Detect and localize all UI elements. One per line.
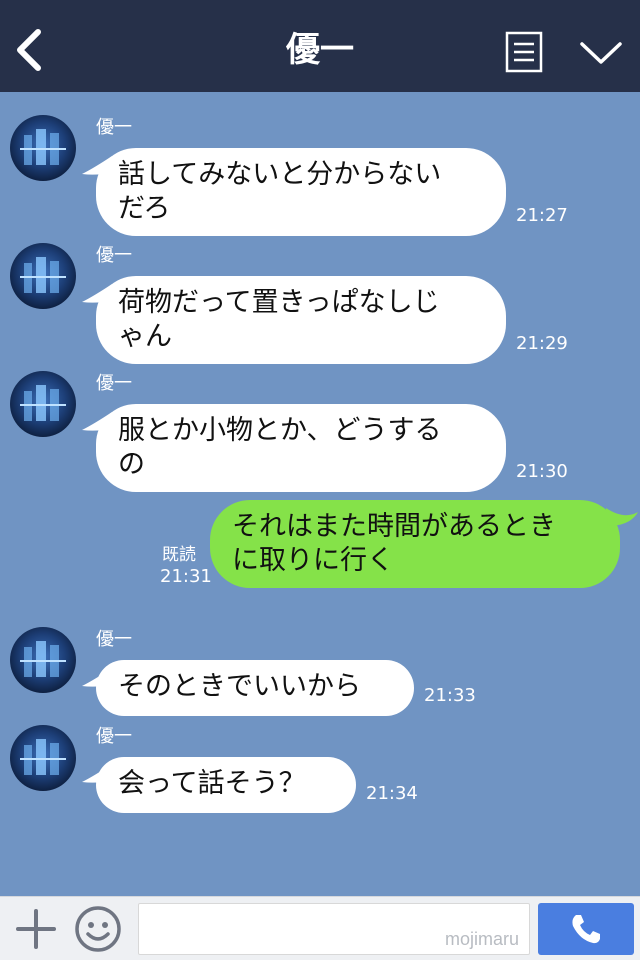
message-time: 21:30 xyxy=(516,461,568,482)
plus-icon xyxy=(16,909,56,949)
message-bubble-outgoing[interactable]: それはまた時間があるとき に取りに行く xyxy=(210,500,620,588)
avatar-image-icon xyxy=(20,257,66,293)
message-bubble[interactable]: 会って話そう？ xyxy=(96,757,356,813)
avatar-image-icon xyxy=(20,739,66,775)
chat-header: 優一 xyxy=(0,0,640,92)
sender-name: 優一 xyxy=(96,373,132,394)
message-bubble[interactable]: 服とか小物とか、どうする の xyxy=(96,404,506,492)
collapse-button[interactable] xyxy=(578,38,624,68)
message-bubble[interactable]: そのときでいいから xyxy=(96,660,414,716)
message-line: 会って話そう？ xyxy=(118,768,306,799)
emoji-button[interactable] xyxy=(74,905,122,953)
menu-button[interactable] xyxy=(505,31,543,73)
avatar[interactable] xyxy=(10,115,76,181)
bubble-tail xyxy=(606,508,638,526)
message-input[interactable]: mojimaru xyxy=(138,903,530,955)
message-bubble[interactable]: 荷物だって置きっぱなしじ ゃん xyxy=(96,276,506,364)
sender-name: 優一 xyxy=(96,629,132,650)
avatar[interactable] xyxy=(10,627,76,693)
avatar[interactable] xyxy=(10,725,76,791)
input-bar: mojimaru xyxy=(0,896,640,960)
message-line: に取りに行く xyxy=(232,545,394,576)
message-time: 21:27 xyxy=(516,205,568,226)
watermark: mojimaru xyxy=(444,929,519,949)
message-time: 21:29 xyxy=(516,333,568,354)
message-line: ゃん xyxy=(118,321,172,352)
sender-name: 優一 xyxy=(96,245,132,266)
message-line: それはまた時間があるとき xyxy=(232,511,556,542)
message-line: だろ xyxy=(118,193,171,224)
list-icon xyxy=(505,31,543,73)
message-time: 21:31 xyxy=(160,566,212,587)
message-line: 話してみないと分からない xyxy=(118,159,442,190)
message-line: の xyxy=(118,449,145,480)
chat-area[interactable]: 優一 話してみないと分からない だろ 21:27 優一 荷物だって置きっぱなしじ… xyxy=(0,92,640,896)
avatar[interactable] xyxy=(10,243,76,309)
chat-title: 優一 xyxy=(286,30,354,70)
message-line: そのときでいいから xyxy=(118,671,361,702)
sender-name: 優一 xyxy=(96,117,132,138)
call-button[interactable] xyxy=(538,903,634,955)
avatar[interactable] xyxy=(10,371,76,437)
message-line: 服とか小物とか、どうする xyxy=(118,415,442,446)
message-line: 荷物だって置きっぱなしじ xyxy=(118,287,440,318)
message-bubble[interactable]: 話してみないと分からない だろ xyxy=(96,148,506,236)
avatar-image-icon xyxy=(20,129,66,165)
add-button[interactable] xyxy=(14,907,58,951)
chevron-down-icon xyxy=(580,42,622,64)
read-receipt: 既読 xyxy=(162,545,196,565)
phone-icon xyxy=(572,915,600,944)
sender-name: 優一 xyxy=(96,726,132,747)
avatar-image-icon xyxy=(20,641,66,677)
message-time: 21:33 xyxy=(424,685,476,706)
avatar-image-icon xyxy=(20,385,66,421)
message-time: 21:34 xyxy=(366,783,418,804)
smiley-icon xyxy=(75,906,121,952)
